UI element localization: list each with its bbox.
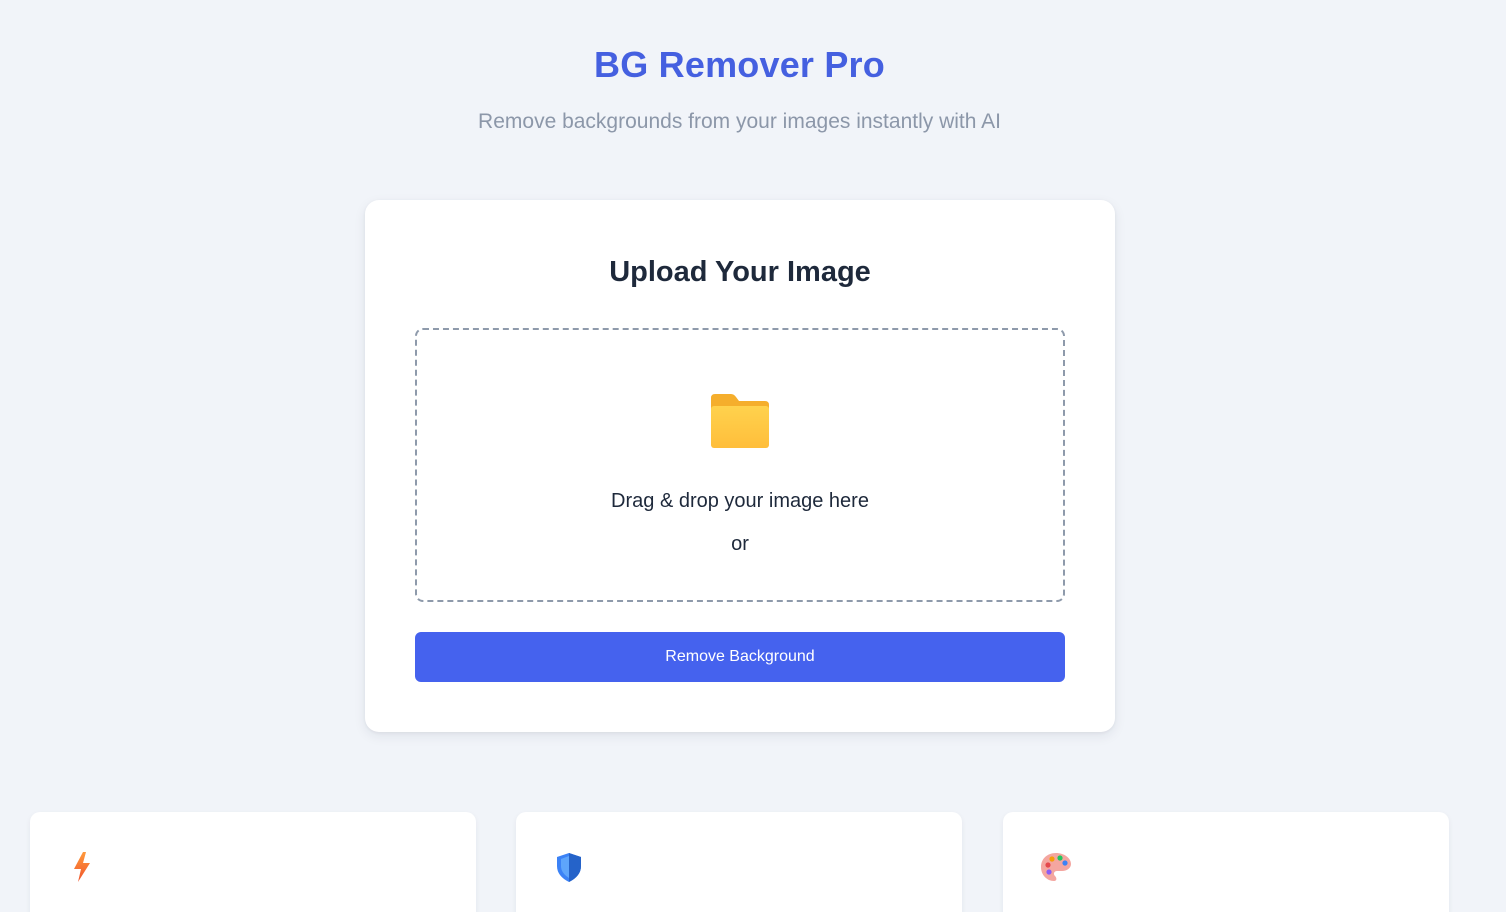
upload-card-title: Upload Your Image xyxy=(609,256,871,288)
feature-card-security xyxy=(516,812,962,912)
page: BG Remover Pro Remove backgrounds from y… xyxy=(0,0,1506,912)
upload-card: Upload Your Image Drag & drop your image… xyxy=(365,200,1115,732)
app-title: BG Remover Pro xyxy=(594,44,885,85)
folder-icon xyxy=(711,394,769,448)
feature-card-speed xyxy=(30,812,476,912)
remove-background-button[interactable]: Remove Background xyxy=(415,632,1065,682)
feature-card-colors xyxy=(1003,812,1449,912)
palette-icon xyxy=(1041,853,1071,881)
image-dropzone[interactable]: Drag & drop your image here or xyxy=(415,328,1065,602)
shield-icon xyxy=(557,853,581,882)
dropzone-text: Drag & drop your image here xyxy=(611,490,869,512)
lightning-icon xyxy=(74,852,90,882)
app-subtitle: Remove backgrounds from your images inst… xyxy=(478,110,1001,133)
dropzone-or-text: or xyxy=(731,533,749,555)
